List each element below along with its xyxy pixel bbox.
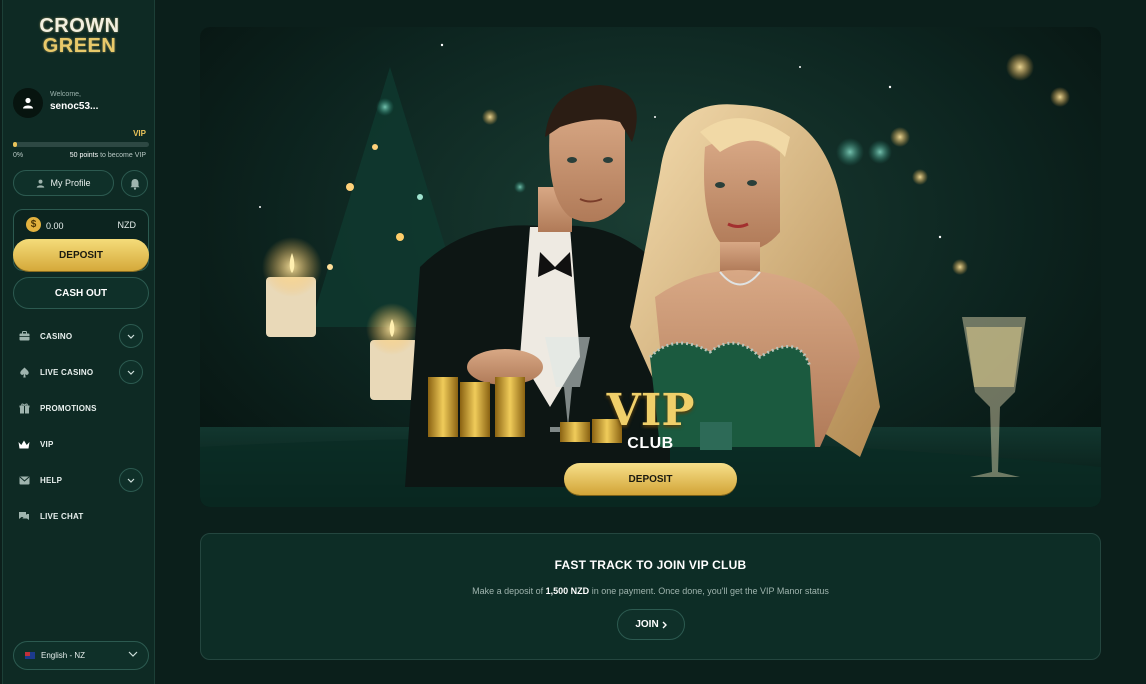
brand-line-1: CROWN [39, 15, 120, 37]
expand-casino-button[interactable] [119, 324, 143, 348]
sidebar-deposit-button[interactable]: DEPOSIT [13, 239, 149, 271]
nz-flag-icon [25, 652, 35, 659]
main-content: VIP CLUB DEPOSIT FAST TRACK TO JOIN VIP … [156, 0, 1146, 684]
sidebar-item-live-chat[interactable]: LIVE CHAT [18, 504, 148, 528]
chevron-down-icon [127, 334, 135, 339]
my-profile-button[interactable]: My Profile [13, 170, 114, 196]
vip-club-title: VIP [606, 385, 695, 436]
fast-track-description: Make a deposit of 1,500 NZD in one payme… [201, 586, 1100, 596]
chevron-down-icon [127, 478, 135, 483]
sidebar-item-live-casino[interactable]: LIVE CASINO [18, 360, 148, 384]
user-icon [37, 179, 45, 188]
sidebar-item-label: HELP [40, 475, 63, 485]
vip-progress-text: 50 points to become VIP [70, 152, 146, 159]
gift-icon [18, 402, 30, 414]
points-suffix: to become VIP [98, 152, 146, 159]
vip-progress-fill [13, 142, 18, 147]
sidebar-item-help[interactable]: HELP [18, 468, 148, 492]
vip-progress-percent: 0% [13, 152, 24, 159]
brand-logo[interactable]: CROWN GREEN [3, 16, 156, 56]
sidebar-item-vip[interactable]: VIP [18, 432, 148, 456]
briefcase-icon [18, 330, 30, 342]
join-button[interactable]: JOIN [617, 609, 685, 640]
chevron-down-icon [127, 370, 135, 375]
hero-deposit-button[interactable]: DEPOSIT [564, 463, 737, 495]
chat-icon [18, 510, 30, 522]
user-info: Welcome, senoc53... [13, 88, 153, 118]
vip-level-label: VIP [133, 129, 146, 138]
app-window: CROWN GREEN Welcome, senoc53... VIP 0% 5… [0, 0, 1146, 684]
vip-hero-banner: VIP CLUB DEPOSIT [200, 27, 1101, 507]
brand-line-2: GREEN [42, 35, 117, 57]
vip-club-subtitle: CLUB [627, 435, 674, 452]
balance-amount: 0.00 [46, 221, 64, 231]
language-selector[interactable]: English - NZ [13, 641, 149, 670]
coin-icon: $ [26, 217, 41, 232]
expand-live-casino-button[interactable] [119, 360, 143, 384]
sidebar-item-casino[interactable]: CASINO [18, 324, 148, 348]
sidebar-item-label: VIP [40, 439, 54, 449]
sidebar: CROWN GREEN Welcome, senoc53... VIP 0% 5… [2, 0, 155, 684]
sidebar-item-label: PROMOTIONS [40, 403, 97, 413]
fast-track-panel: FAST TRACK TO JOIN VIP CLUB Make a depos… [200, 533, 1101, 660]
sidebar-item-label: LIVE CASINO [40, 367, 94, 377]
desc-after: in one payment. Once done, you'll get th… [589, 586, 829, 596]
mail-icon [18, 474, 30, 486]
join-label: JOIN [635, 619, 659, 630]
welcome-text: Welcome, [50, 91, 81, 98]
sidebar-item-label: LIVE CHAT [40, 511, 84, 521]
spade-icon [18, 366, 30, 378]
chevron-down-icon [128, 651, 138, 657]
sidebar-item-promotions[interactable]: PROMOTIONS [18, 396, 148, 420]
balance-currency: NZD [117, 220, 137, 230]
avatar [13, 88, 43, 118]
cash-out-button[interactable]: CASH OUT [13, 277, 149, 309]
language-label: English - NZ [41, 651, 86, 660]
user-icon [23, 97, 33, 109]
crown-icon [18, 438, 30, 450]
expand-help-button[interactable] [119, 468, 143, 492]
chevron-right-icon [662, 621, 667, 628]
notifications-button[interactable] [121, 170, 148, 197]
bell-icon [130, 178, 139, 190]
desc-amount: 1,500 NZD [545, 586, 590, 596]
points-needed: 50 points [69, 152, 99, 159]
fast-track-title: FAST TRACK TO JOIN VIP CLUB [554, 558, 747, 572]
sidebar-item-label: CASINO [40, 331, 73, 341]
vip-progress-bar [13, 142, 149, 147]
desc-before: Make a deposit of [472, 586, 546, 596]
my-profile-label: My Profile [50, 178, 91, 188]
username: senoc53... [50, 101, 99, 112]
